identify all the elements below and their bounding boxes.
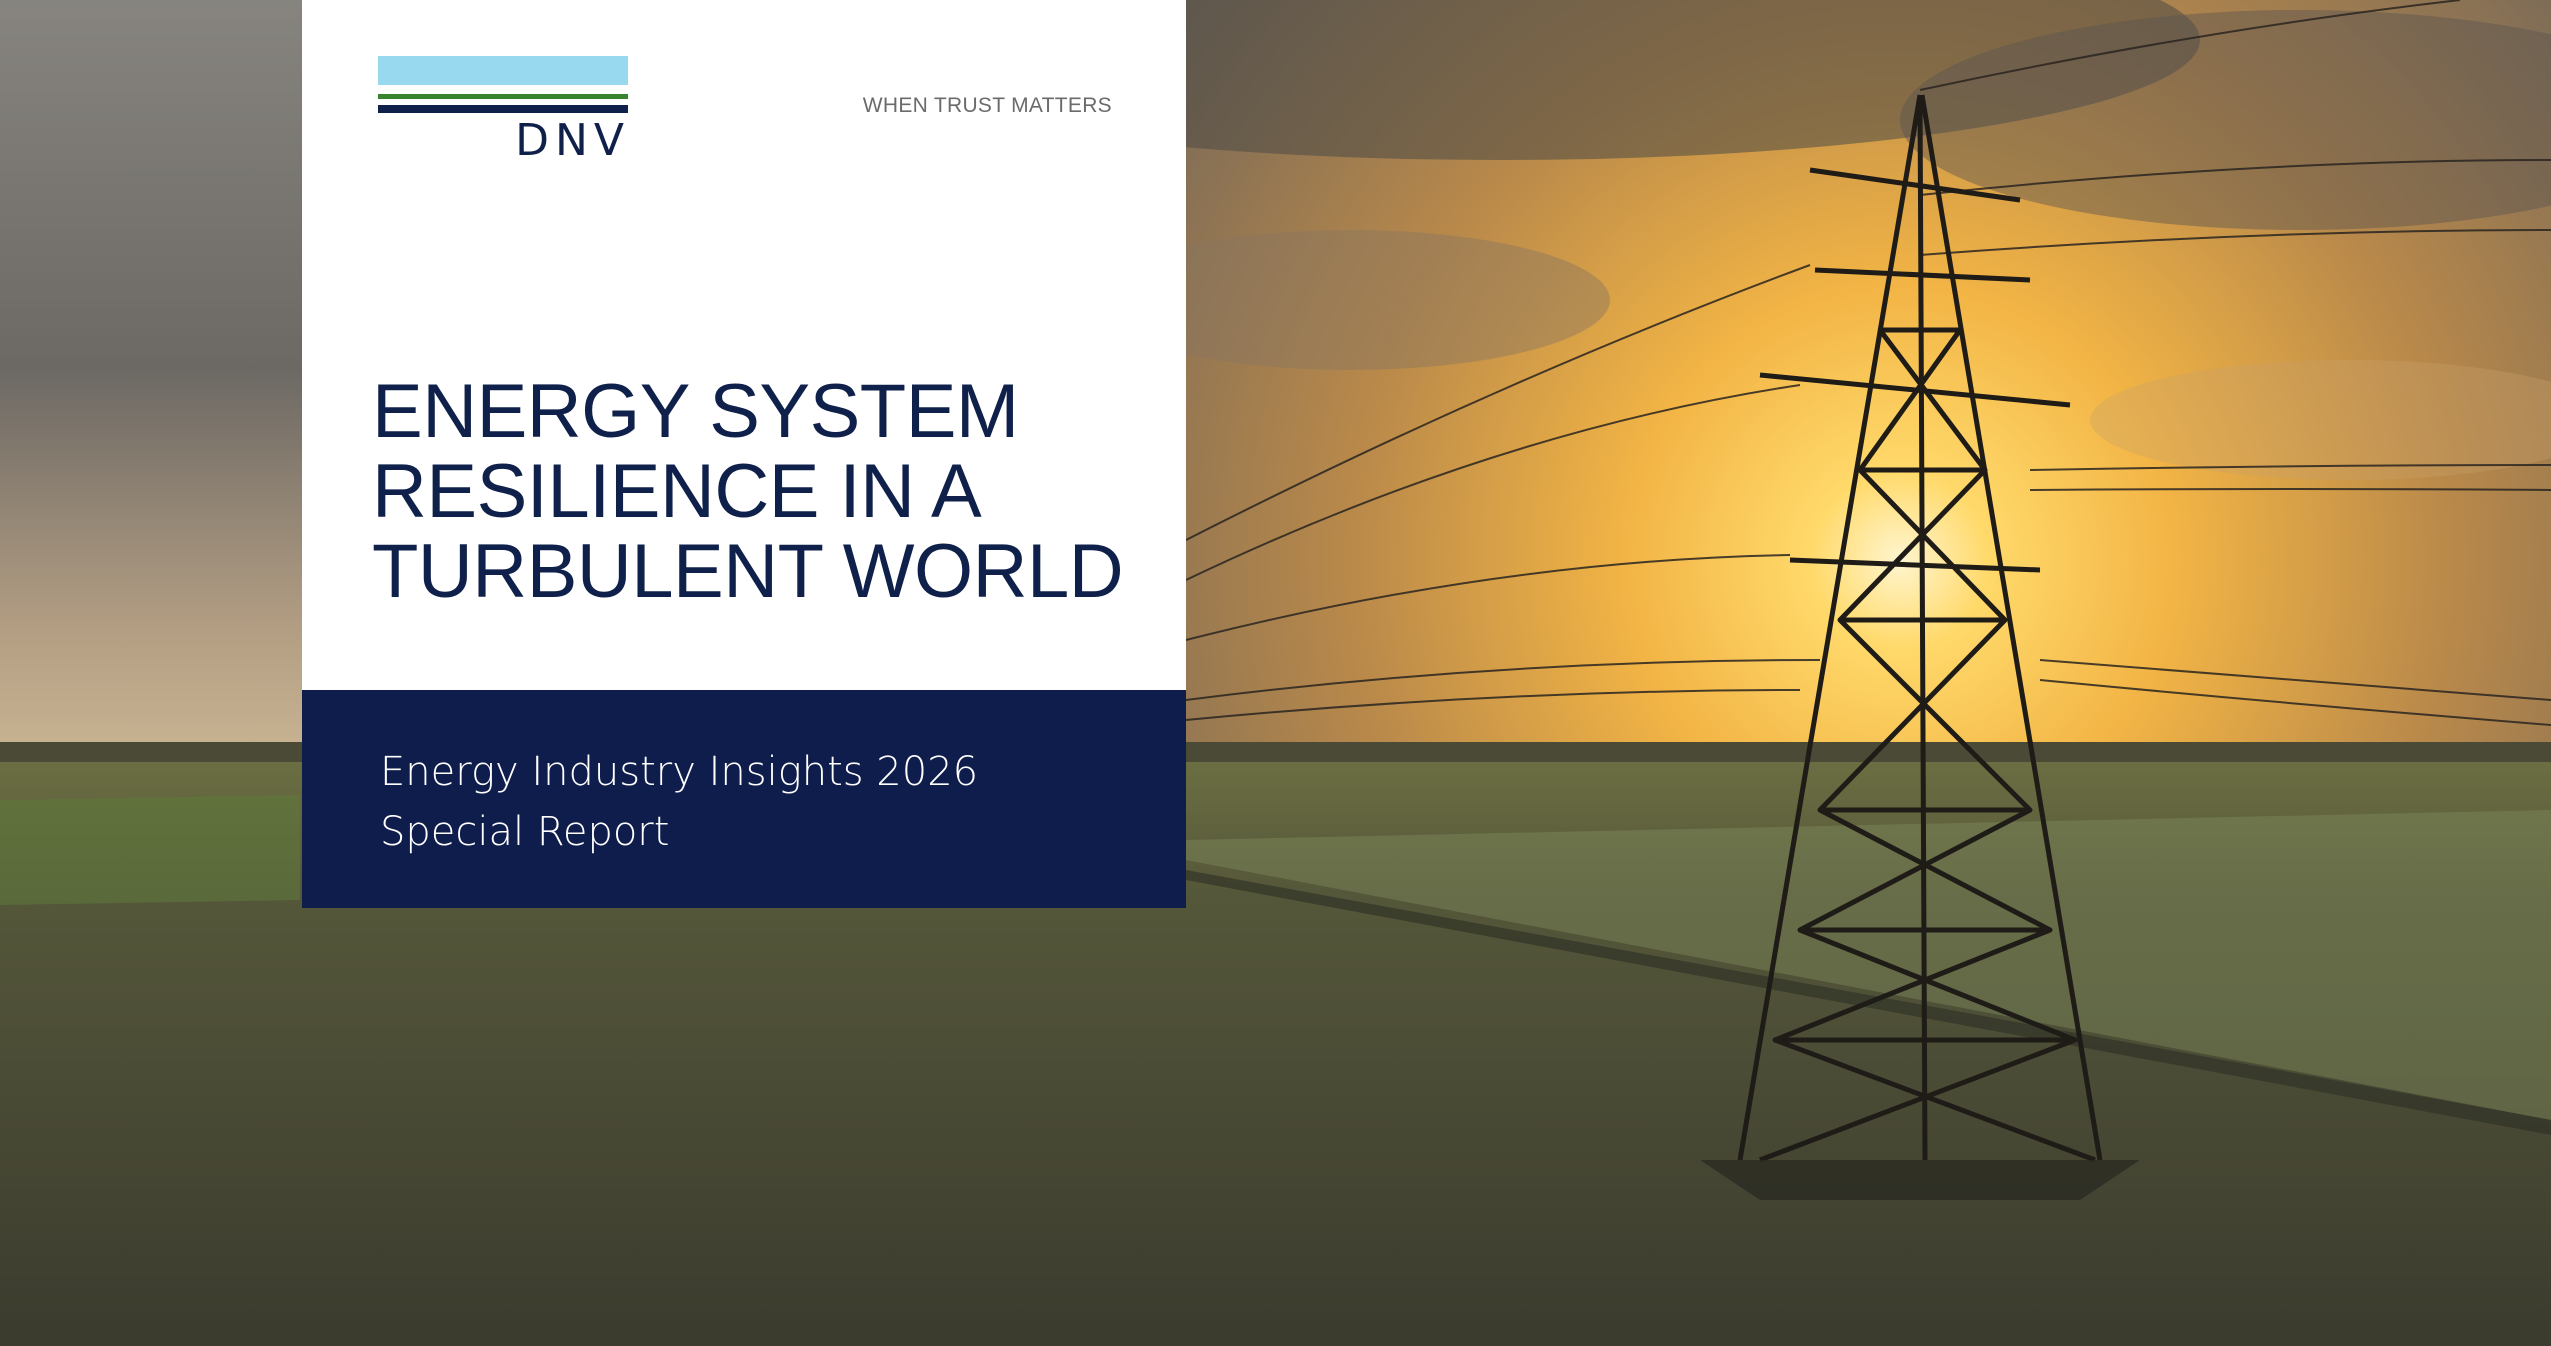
report-title-line: ENERGY SYSTEM: [372, 369, 1019, 454]
report-subtitle-line: Special Report: [380, 809, 670, 855]
brand-tagline: WHEN TRUST MATTERS: [862, 94, 1112, 117]
report-subtitle: Energy Industry Insights 2026 Special Re…: [380, 742, 978, 862]
title-card: DNV WHEN TRUST MATTERS ENERGY SYSTEM RES…: [302, 0, 1186, 690]
logo-navy-band: [378, 105, 628, 113]
dnv-logo: DNV: [378, 56, 630, 166]
report-cover: DNV WHEN TRUST MATTERS ENERGY SYSTEM RES…: [0, 0, 2551, 1346]
logo-wordmark: DNV: [515, 115, 630, 166]
report-subtitle-line: Energy Industry Insights 2026: [380, 749, 979, 795]
report-title: ENERGY SYSTEM RESILIENCE IN A TURBULENT …: [372, 372, 1162, 612]
report-title-line: TURBULENT WORLD: [372, 529, 1124, 614]
subtitle-band: Energy Industry Insights 2026 Special Re…: [302, 690, 1186, 908]
logo-green-band: [378, 94, 628, 99]
logo-sky-band: [378, 56, 628, 85]
report-title-line: RESILIENCE IN A: [372, 449, 982, 534]
